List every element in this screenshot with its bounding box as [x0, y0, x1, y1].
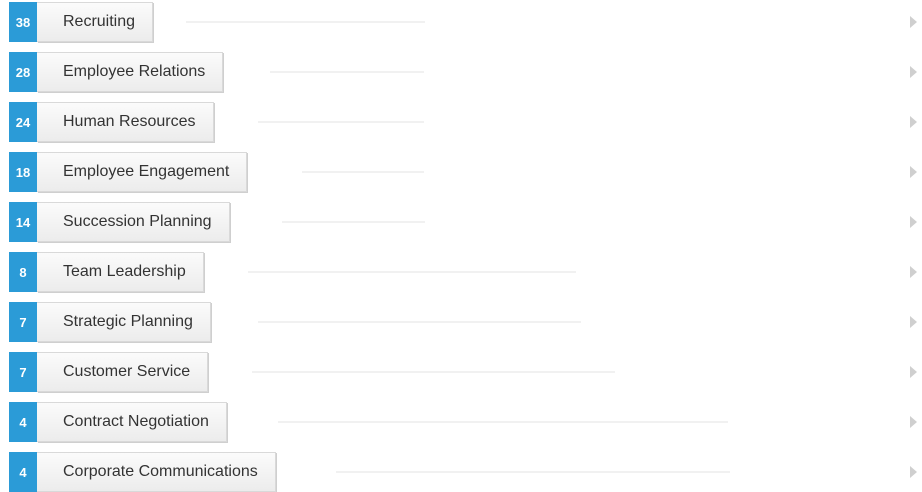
endorsement-count: 7	[9, 352, 37, 392]
skill-label[interactable]: Employee Relations	[37, 52, 224, 92]
chevron-right-icon[interactable]	[910, 116, 917, 128]
chevron-right-icon[interactable]	[910, 466, 917, 478]
skill-row[interactable]: 4 Contract Negotiation	[0, 402, 922, 442]
skill-row[interactable]: 18 Employee Engagement	[0, 152, 922, 192]
endorsement-bar	[336, 471, 730, 473]
endorsement-bar	[248, 271, 576, 273]
skill-label[interactable]: Succession Planning	[37, 202, 230, 242]
skill-row[interactable]: 38 Recruiting	[0, 2, 922, 42]
chevron-right-icon[interactable]	[910, 16, 917, 28]
skills-list: 38 Recruiting 28 Employee Relations 24 H…	[0, 0, 922, 492]
skill-row[interactable]: 8 Team Leadership	[0, 252, 922, 292]
endorsement-bar	[302, 171, 424, 173]
chevron-right-icon[interactable]	[910, 416, 917, 428]
skill-label[interactable]: Human Resources	[37, 102, 214, 142]
endorsement-count: 4	[9, 452, 37, 492]
endorsement-bar	[270, 71, 424, 73]
skill-label[interactable]: Recruiting	[37, 2, 154, 42]
endorsement-count: 38	[9, 2, 37, 42]
endorsement-count: 24	[9, 102, 37, 142]
chevron-right-icon[interactable]	[910, 366, 917, 378]
endorsement-count: 7	[9, 302, 37, 342]
chevron-right-icon[interactable]	[910, 166, 917, 178]
endorsement-count: 8	[9, 252, 37, 292]
endorsement-bar	[252, 371, 615, 373]
endorsement-count: 14	[9, 202, 37, 242]
endorsement-bar	[186, 21, 425, 23]
chevron-right-icon[interactable]	[910, 266, 917, 278]
skill-row[interactable]: 24 Human Resources	[0, 102, 922, 142]
skill-label[interactable]: Employee Engagement	[37, 152, 248, 192]
skill-label[interactable]: Team Leadership	[37, 252, 204, 292]
endorsement-bar	[282, 221, 425, 223]
endorsement-count: 4	[9, 402, 37, 442]
skill-label[interactable]: Strategic Planning	[37, 302, 211, 342]
chevron-right-icon[interactable]	[910, 66, 917, 78]
skill-label[interactable]: Corporate Communications	[37, 452, 276, 492]
endorsement-count: 28	[9, 52, 37, 92]
skill-row[interactable]: 28 Employee Relations	[0, 52, 922, 92]
skill-row[interactable]: 4 Corporate Communications	[0, 452, 922, 492]
chevron-right-icon[interactable]	[910, 316, 917, 328]
skill-label[interactable]: Contract Negotiation	[37, 402, 227, 442]
skill-row[interactable]: 7 Customer Service	[0, 352, 922, 392]
endorsement-bar	[258, 321, 581, 323]
endorsement-bar	[258, 121, 424, 123]
skill-label[interactable]: Customer Service	[37, 352, 209, 392]
endorsement-count: 18	[9, 152, 37, 192]
endorsement-bar	[278, 421, 728, 423]
skill-row[interactable]: 14 Succession Planning	[0, 202, 922, 242]
chevron-right-icon[interactable]	[910, 216, 917, 228]
skill-row[interactable]: 7 Strategic Planning	[0, 302, 922, 342]
